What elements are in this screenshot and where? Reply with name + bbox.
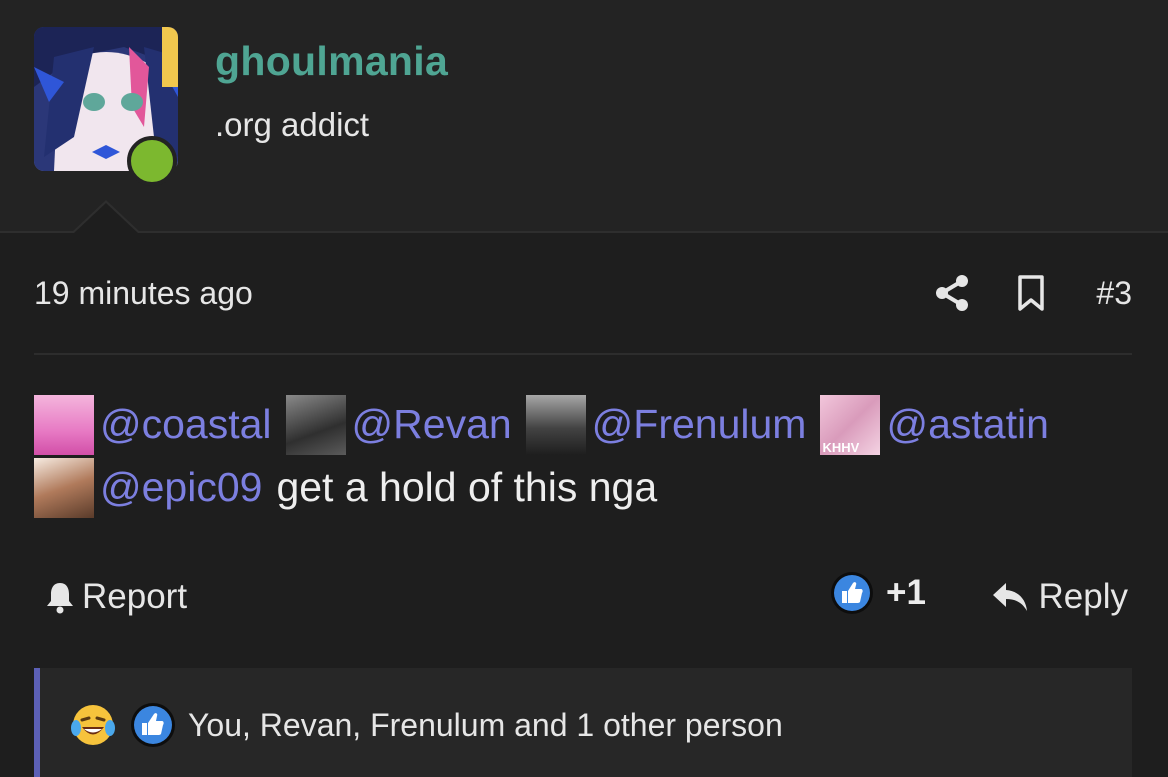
- reactions-summary-text[interactable]: You, Revan, Frenulum and 1 other person: [188, 707, 783, 744]
- like-count: +1: [886, 573, 926, 612]
- message-text: get a hold of this nga: [276, 464, 658, 510]
- mention-avatar-coastal[interactable]: [34, 394, 94, 455]
- author-username[interactable]: ghoulmania: [215, 38, 448, 85]
- message-line: @epic09 get a hold of this nga: [34, 456, 1134, 519]
- laughing-crying-emoji-icon: [71, 705, 115, 745]
- reply-arrow-icon: [992, 583, 1027, 611]
- report-button[interactable]: Report: [44, 577, 187, 617]
- post-top-actions: #3: [934, 271, 1132, 315]
- share-icon[interactable]: [934, 274, 970, 312]
- mention-avatar-astatin[interactable]: KHHV: [820, 394, 881, 455]
- online-status-indicator: [127, 136, 177, 186]
- post-number-link[interactable]: #3: [1096, 275, 1132, 312]
- report-label: Report: [82, 577, 188, 616]
- mention-avatar-revan[interactable]: [285, 394, 346, 455]
- mention-astatin[interactable]: @astatin: [886, 393, 1048, 456]
- post-timestamp[interactable]: 19 minutes ago: [34, 275, 253, 312]
- post-footer-actions: Report +1 Reply: [0, 571, 1168, 621]
- message-line: @coastal @Revan @Frenulum KHHV @astatin: [34, 393, 1134, 456]
- mention-coastal[interactable]: @coastal: [100, 393, 272, 456]
- reactions-summary: You, Revan, Frenulum and 1 other person: [70, 702, 783, 748]
- bell-icon: [47, 583, 73, 614]
- mention-revan[interactable]: @Revan: [352, 393, 512, 456]
- post-content-divider: [34, 353, 1132, 355]
- reply-label: Reply: [1038, 577, 1128, 616]
- post-body: 19 minutes ago #3 @coastal @Revan @Frenu…: [0, 233, 1168, 777]
- mention-avatar-frenulum[interactable]: [525, 394, 586, 455]
- author-user-title: .org addict: [215, 106, 370, 143]
- like-button[interactable]: +1: [830, 571, 926, 615]
- mention-epic09[interactable]: @epic09: [100, 456, 262, 519]
- like-reaction-icon: [131, 703, 175, 747]
- reply-button[interactable]: Reply: [991, 577, 1128, 617]
- thumbs-up-icon: [831, 572, 873, 614]
- post-message: @coastal @Revan @Frenulum KHHV @astatin …: [34, 393, 1134, 519]
- avatar-text: KHHV: [822, 439, 860, 455]
- header-pointer: [74, 203, 138, 233]
- bookmark-icon[interactable]: [1016, 274, 1046, 312]
- mention-avatar-epic09[interactable]: [34, 457, 94, 518]
- post-author-header: ghoulmania .org addict: [0, 0, 1168, 232]
- reactions-summary-bar[interactable]: You, Revan, Frenulum and 1 other person: [34, 668, 1132, 777]
- mention-frenulum[interactable]: @Frenulum: [592, 393, 807, 456]
- author-avatar[interactable]: [34, 27, 178, 186]
